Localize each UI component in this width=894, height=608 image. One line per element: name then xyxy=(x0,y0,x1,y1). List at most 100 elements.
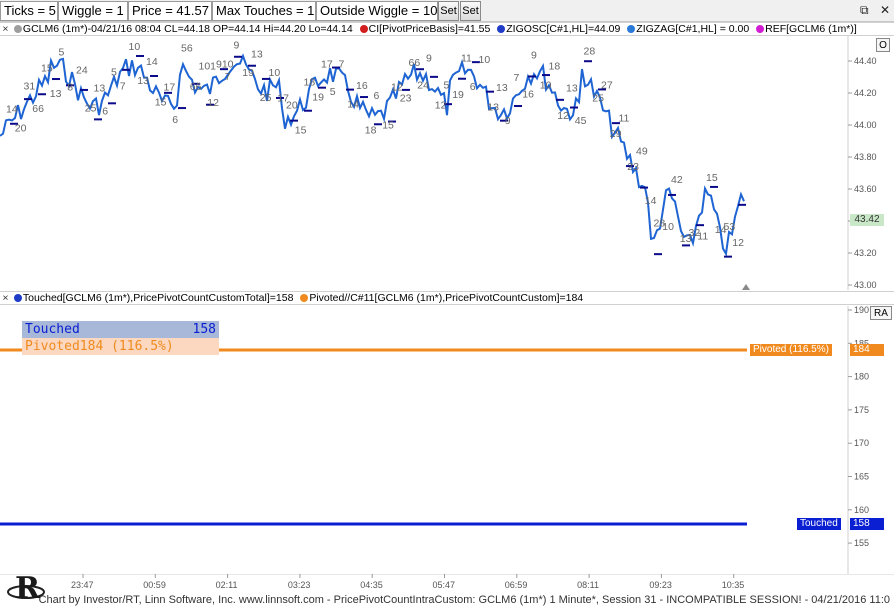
pivot-count-label: 6 xyxy=(102,105,108,117)
price-chart[interactable]: 44.4044.2044.0043.8043.6043.4043.2043.00… xyxy=(0,36,894,290)
legend-touched[interactable]: Touched[GCLM6 (1m*),PricePivotCountCusto… xyxy=(13,292,293,304)
wiggle-field[interactable]: Wiggle = 1 xyxy=(58,1,128,21)
pivot-count-label: 16 xyxy=(522,89,534,101)
pivot-count-label: 12 xyxy=(435,100,447,112)
time-tick-label: 23:47 xyxy=(71,580,94,590)
pivot-count-label: 45 xyxy=(575,115,587,127)
info-table: Touched 158 Pivoted184 (116.5%) xyxy=(22,321,219,355)
pivot-count-label: 18 xyxy=(304,76,316,88)
close-pane-icon[interactable]: × xyxy=(0,23,11,35)
pivot-count-label: 10 xyxy=(540,80,552,92)
set-button-1[interactable]: Set xyxy=(438,1,459,21)
pivot-count-label: 5 xyxy=(444,80,450,92)
pivot-count-label: 29 xyxy=(610,128,622,140)
pivoted-row: Pivoted184 (116.5%) xyxy=(22,338,219,355)
pivot-count-label: 18 xyxy=(549,61,561,73)
count-tick-label: 160 xyxy=(854,505,869,515)
pivot-count-label: 19 xyxy=(452,89,464,101)
pivot-count-label: 13 xyxy=(50,88,62,100)
pivot-count-label: 13 xyxy=(487,102,499,114)
pivot-count-label: 14 xyxy=(645,195,657,207)
pivot-count-label: 15 xyxy=(295,125,307,137)
count-tick-label: 180 xyxy=(854,372,869,382)
pivot-count-label: 12 xyxy=(732,237,744,249)
legend-zigzag[interactable]: ZIGZAG[C#1,HL] = 0.00 xyxy=(627,23,749,35)
pivot-count-label: 25 xyxy=(592,93,604,105)
pivot-count-label: 11 xyxy=(697,231,708,243)
price-tick-label: 44.20 xyxy=(854,88,877,98)
pivot-count-label: 31 xyxy=(24,80,36,92)
pivot-count-label: 14 xyxy=(146,56,158,68)
price-field[interactable]: Price = 41.57 xyxy=(128,1,212,21)
time-tick-label: 10:35 xyxy=(722,580,745,590)
restore-window-icon[interactable]: ⧉ xyxy=(860,3,869,18)
pivot-count-label: 49 xyxy=(636,145,648,157)
pivot-count-label: 9 xyxy=(234,40,240,52)
price-tick-label: 44.00 xyxy=(854,120,877,130)
pivot-count-label: 18 xyxy=(365,125,377,137)
touched-color-icon xyxy=(13,294,22,302)
pivot-count-label: 15 xyxy=(41,62,53,74)
pivoted-value-tag: 184 xyxy=(850,344,884,356)
touched-tag: Touched xyxy=(797,518,841,530)
legend-instrument[interactable]: GCLM6 (1m*)-04/21/16 08:04 CL=44.18 OP=4… xyxy=(13,23,353,35)
pivot-count-label: 6 xyxy=(374,90,380,102)
time-tick-label: 00:59 xyxy=(143,580,166,590)
pivot-count-label: 13 xyxy=(137,75,149,87)
pivot-count-label: 8 xyxy=(67,82,73,94)
outside-wiggle-field[interactable]: Outside Wiggle = 10 xyxy=(316,1,438,21)
pivot-count-label: 101 xyxy=(199,61,217,73)
pivot-count-label: 20 xyxy=(286,100,298,112)
price-zigzag xyxy=(0,53,745,257)
ra-button[interactable]: RA xyxy=(870,306,892,320)
pivot-count-label: 17 xyxy=(164,81,176,93)
touched-row: Touched 158 xyxy=(22,321,219,338)
pivot-count-label: 13 xyxy=(251,48,263,60)
legend-ci[interactable]: CI[PivotPriceBasis]=41.55 xyxy=(359,23,490,35)
count-chart-legend: × Touched[GCLM6 (1m*),PricePivotCountCus… xyxy=(0,291,894,305)
count-axis: 190185180175170165160155 xyxy=(848,305,869,548)
price-tick-label: 43.00 xyxy=(854,280,877,290)
legend-zigosc[interactable]: ZIGOSC[C#1,HL]=44.09 xyxy=(497,23,620,35)
price-axis: 44.4044.2044.0043.8043.6043.4043.2043.00 xyxy=(848,56,877,290)
max-touches-field[interactable]: Max Touches = 1 xyxy=(212,1,316,21)
pivot-count-label: 14 xyxy=(347,98,359,110)
touched-value-tag: 158 xyxy=(850,518,884,530)
legend-ref[interactable]: REF[GCLM6 (1m*)] xyxy=(756,23,857,35)
pivot-count-label: 13 xyxy=(94,83,106,95)
panel-options-button[interactable]: O xyxy=(876,38,890,52)
close-pane-icon-2[interactable]: × xyxy=(0,292,11,304)
pivot-count-label: 25 xyxy=(85,103,97,115)
pivot-count-label: 19 xyxy=(312,91,324,103)
price-chart-legend: × GCLM6 (1m*)-04/21/16 08:04 CL=44.18 OP… xyxy=(0,22,894,36)
pivoted-color-icon xyxy=(300,294,309,302)
pivot-count-label: 11 xyxy=(619,112,630,124)
pivot-count-label: 12 xyxy=(557,110,569,122)
ci-color-icon xyxy=(359,25,368,33)
time-tick-label: 06:59 xyxy=(505,580,528,590)
zigzag-price-line xyxy=(0,53,746,258)
pivot-count-label: 24 xyxy=(417,80,429,92)
pivot-count-label: 17 xyxy=(321,59,333,71)
count-panel[interactable]: 190185180175170165160155 RA Touched 158 … xyxy=(0,305,894,574)
scroll-marker-icon[interactable] xyxy=(742,284,750,290)
pivot-count-label: 5 xyxy=(111,66,117,78)
price-tick-label: 44.40 xyxy=(854,56,877,66)
set-button-2[interactable]: Set xyxy=(460,1,481,21)
pivot-count-label: 5 xyxy=(59,46,65,58)
pivot-count-label: 12 xyxy=(207,97,219,109)
pivot-count-label: 7 xyxy=(225,71,231,83)
legend-pivoted[interactable]: Pivoted//C#11[GCLM6 (1m*),PricePivotCoun… xyxy=(300,292,583,304)
pivot-count-label: 5 xyxy=(330,86,336,98)
count-tick-label: 165 xyxy=(854,472,869,482)
close-window-icon[interactable]: ✕ xyxy=(880,3,890,17)
ticks-field[interactable]: Ticks = 5 xyxy=(0,1,58,21)
pivot-count-label: 20 xyxy=(15,123,27,135)
pivot-count-label: 7 xyxy=(339,59,345,71)
time-tick-label: 02:11 xyxy=(216,580,238,590)
price-panel[interactable]: 44.4044.2044.0043.8043.6043.4043.2043.00… xyxy=(0,36,894,290)
pivot-count-label: 27 xyxy=(601,79,613,91)
instrument-color-icon xyxy=(13,25,22,33)
time-tick-label: 04:35 xyxy=(360,580,383,590)
pivot-count-label: 23 xyxy=(627,161,639,173)
